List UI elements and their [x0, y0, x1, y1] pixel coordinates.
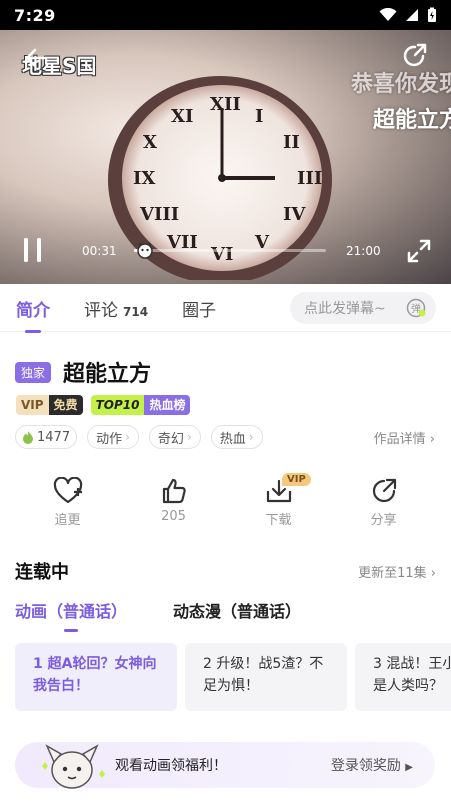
episode-list: 1 超A轮回？女神向 我告白！ 2 升级！战5渣？不 足为惧！ 3 混战！王小 …: [15, 643, 451, 713]
flame-icon: [23, 431, 33, 444]
version-tabs: 动画（普通话） 动态漫（普通话）: [15, 598, 301, 622]
share-icon: [372, 478, 396, 503]
tag-action-label: 动作: [96, 431, 123, 447]
tag-action[interactable]: 动作 ›: [87, 425, 139, 449]
back-arrow-icon[interactable]: [20, 42, 52, 74]
status-bar: 7:29: [0, 0, 451, 30]
svg-text:VIII: VIII: [139, 204, 179, 225]
episodes-section-header: 连载中 更新至11集 ›: [15, 558, 436, 586]
svg-text:III: III: [297, 168, 322, 189]
title-row: 独家 超能立方: [15, 356, 151, 388]
vip-label: VIP: [16, 395, 49, 415]
episode-title-line2: 足为惧！: [203, 678, 259, 694]
episode-title-line2: 我告白！: [33, 678, 89, 694]
video-player[interactable]: XII I II III IV V VI VII VIII IX X XI 恭喜…: [0, 30, 451, 284]
episode-card[interactable]: 2 升级！战5渣？不 足为惧！: [185, 643, 347, 711]
svg-text:X: X: [143, 132, 157, 153]
tag-fantasy-label: 奇幻: [157, 431, 184, 447]
chevron-right-icon: ›: [125, 430, 130, 444]
total-time: 21:00: [346, 244, 381, 258]
follow-button[interactable]: 追更: [15, 477, 120, 528]
episode-title-line1: 2 升级！战5渣？不: [203, 656, 324, 672]
download-vip-badge: VIP: [282, 473, 311, 486]
comments-count: 714: [123, 305, 149, 319]
danmaku-input[interactable]: 点此发弹幕~ 弹: [290, 292, 436, 324]
free-label: 免费: [48, 395, 83, 415]
share-label: 分享: [370, 513, 397, 528]
promo-banner[interactable]: 观看动画领福利！ 登录领奖励 ▶: [15, 742, 435, 789]
pause-icon[interactable]: [22, 237, 46, 263]
heat-value: 1477: [37, 429, 71, 445]
episode-title-line2: 是人类吗？: [373, 678, 443, 694]
tab-comments[interactable]: 评论 714: [84, 294, 148, 321]
detail-tabs: 简介 评论 714 圈子 点此发弹幕~ 弹: [0, 284, 451, 332]
chevron-right-icon: ›: [430, 565, 436, 581]
episode-card[interactable]: 3 混战！王小 是人类吗？: [355, 643, 451, 711]
update-status-link[interactable]: 更新至11集 ›: [358, 562, 436, 581]
chevron-right-icon: ›: [186, 430, 192, 444]
top10-badge[interactable]: TOP10 热血榜: [90, 395, 191, 415]
share-button[interactable]: 分享: [331, 477, 436, 528]
details-link[interactable]: 作品详情 ›: [374, 428, 435, 447]
overlay-subtitle-2: 超能立方: [372, 108, 451, 133]
likes-count: 205: [161, 509, 186, 524]
svg-text:I: I: [255, 106, 263, 127]
promo-login-label: 登录领奖励: [330, 758, 401, 774]
svg-text:IV: IV: [283, 204, 306, 225]
thumbs-up-icon: [162, 478, 186, 504]
tag-fantasy[interactable]: 奇幻 ›: [148, 425, 201, 449]
battery-icon: [428, 7, 436, 22]
vip-free-badge: VIP 免费: [16, 395, 83, 415]
tags-row: 1477 动作 › 奇幻 › 热血 › 作品详情 ›: [15, 425, 435, 449]
svg-text:II: II: [283, 132, 300, 153]
svg-text:VI: VI: [210, 244, 233, 265]
seek-bar[interactable]: [134, 249, 326, 252]
details-link-label: 作品详情: [373, 431, 426, 447]
section-title: 连载中: [15, 558, 71, 586]
chevron-right-icon: ›: [429, 431, 435, 447]
promo-login-link[interactable]: 登录领奖励 ▶: [331, 755, 413, 775]
signal-icon: [406, 9, 418, 21]
status-time: 7:29: [14, 5, 56, 25]
episode-title-line1: 1 超A轮回？女神向: [33, 656, 157, 672]
update-status-label: 更新至11集: [358, 565, 427, 581]
heat-tag[interactable]: 1477: [15, 425, 78, 449]
promo-text: 观看动画领福利！: [115, 758, 227, 774]
download-label: 下载: [265, 513, 292, 528]
episode-title-line1: 3 混战！王小: [373, 656, 451, 672]
seek-thumb-icon[interactable]: [136, 241, 154, 259]
tab-circle[interactable]: 圈子: [182, 294, 216, 321]
svg-text:IX: IX: [133, 168, 155, 189]
tab-motion-comic-mandarin[interactable]: 动态漫（普通话）: [173, 598, 301, 622]
svg-text:XI: XI: [171, 106, 193, 127]
heart-plus-icon: [53, 477, 82, 504]
episode-card[interactable]: 1 超A轮回？女神向 我告白！: [15, 643, 177, 711]
download-button[interactable]: VIP 下载: [226, 473, 331, 528]
chevron-right-icon: ›: [248, 430, 254, 444]
exclusive-badge: 独家: [15, 361, 52, 383]
follow-label: 追更: [54, 513, 81, 528]
tab-anime-mandarin[interactable]: 动画（普通话）: [15, 598, 127, 622]
like-button[interactable]: 205: [121, 477, 226, 524]
mascot-icon: [42, 744, 105, 789]
overlay-subtitle-1: 恭喜你发现: [350, 72, 451, 97]
play-triangle-icon: ▶: [405, 762, 413, 773]
status-icons: [379, 7, 437, 23]
tag-hotblood-label: 热血: [219, 431, 246, 447]
fullscreen-icon[interactable]: [406, 238, 432, 264]
top10-label: TOP10: [90, 395, 145, 415]
danmaku-placeholder: 点此发弹幕~: [304, 301, 386, 317]
hot-ranking-label: 热血榜: [144, 395, 191, 415]
tag-hotblood[interactable]: 热血 ›: [210, 425, 263, 449]
danmaku-toggle-icon[interactable]: 弹: [406, 298, 426, 318]
svg-text:XII: XII: [210, 94, 241, 115]
show-title: 超能立方: [63, 362, 152, 387]
badges-row: VIP 免费 TOP10 热血榜: [16, 395, 191, 415]
share-icon[interactable]: [401, 42, 429, 70]
wifi-icon: [379, 8, 397, 21]
tab-intro[interactable]: 简介: [16, 294, 50, 321]
tab-comments-label: 评论: [84, 301, 118, 321]
current-time: 00:31: [82, 244, 117, 258]
